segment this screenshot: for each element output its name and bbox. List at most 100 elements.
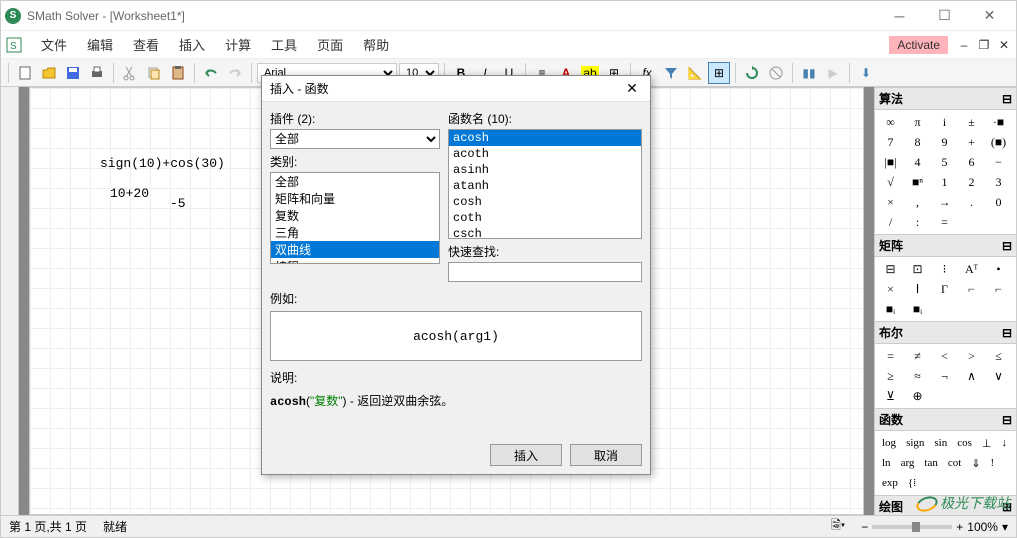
palette-button[interactable]: {⁞ xyxy=(903,473,921,493)
palette-button[interactable]: 6 xyxy=(958,152,985,172)
palette-button[interactable]: cos xyxy=(952,433,977,453)
palette-button[interactable]: ∨ xyxy=(985,366,1012,386)
palette-button[interactable]: 3 xyxy=(985,172,1012,192)
category-item[interactable]: 矩阵和向量 xyxy=(271,190,439,207)
formula-1[interactable]: sign(10)+cos(30) xyxy=(100,156,225,171)
quickfind-input[interactable] xyxy=(448,262,642,282)
dialog-close-icon[interactable]: ✕ xyxy=(622,80,642,97)
print-icon[interactable] xyxy=(86,62,108,84)
palette-button[interactable]: ⊡ xyxy=(904,259,931,279)
panel-collapse-icon[interactable]: ⊟ xyxy=(1002,92,1012,106)
doc-minimize-button[interactable]: – xyxy=(956,38,972,52)
function-item[interactable]: acoth xyxy=(449,146,641,162)
filter-icon[interactable] xyxy=(660,62,682,84)
palette-button[interactable]: . xyxy=(958,192,985,212)
palette-button[interactable]: ± xyxy=(958,112,985,132)
menu-insert[interactable]: 插入 xyxy=(169,31,215,58)
new-icon[interactable] xyxy=(14,62,36,84)
palette-button[interactable]: ·■ xyxy=(985,112,1012,132)
doc-restore-button[interactable]: ❐ xyxy=(976,38,992,52)
zoom-in-icon[interactable]: + xyxy=(956,520,963,534)
palette-button[interactable]: 5 xyxy=(931,152,958,172)
menu-calc[interactable]: 计算 xyxy=(215,31,261,58)
palette-button[interactable]: ≤ xyxy=(985,346,1012,366)
palette-button[interactable]: : xyxy=(904,212,931,232)
palette-button[interactable]: tan xyxy=(919,453,942,473)
close-button[interactable]: ✕ xyxy=(967,2,1012,30)
palette-button[interactable]: arg xyxy=(896,453,920,473)
grid-icon[interactable]: ⊞ xyxy=(708,62,730,84)
menu-view[interactable]: 查看 xyxy=(123,31,169,58)
menu-help[interactable]: 帮助 xyxy=(353,31,399,58)
formula-2a[interactable]: 10+20 xyxy=(110,186,149,201)
plugins-select[interactable]: 全部 xyxy=(270,129,440,149)
palette-button[interactable]: Aᵀ xyxy=(958,259,985,279)
menu-tools[interactable]: 工具 xyxy=(261,31,307,58)
formula-2b[interactable]: -5 xyxy=(170,196,186,211)
doc-close-button[interactable]: ✕ xyxy=(996,38,1012,52)
palette-button[interactable]: exp xyxy=(877,473,903,493)
function-item[interactable]: atanh xyxy=(449,178,641,194)
category-item[interactable]: 编程 xyxy=(271,258,439,264)
palette-button[interactable]: cot xyxy=(943,453,966,473)
palette-button[interactable]: ⌐ xyxy=(958,279,985,299)
palette-button[interactable]: Γ xyxy=(931,279,958,299)
palette-button[interactable]: ! xyxy=(986,453,1000,473)
palette-button[interactable]: ≥ xyxy=(877,366,904,386)
palette-button[interactable]: ⇓ xyxy=(966,453,985,473)
function-item[interactable]: asinh xyxy=(449,162,641,178)
palette-button[interactable]: √ xyxy=(877,172,904,192)
panel-collapse-icon[interactable]: ⊟ xyxy=(1002,239,1012,253)
palette-button[interactable]: → xyxy=(931,192,958,212)
undo-icon[interactable] xyxy=(200,62,222,84)
palette-button[interactable]: + xyxy=(958,132,985,152)
category-item[interactable]: 全部 xyxy=(271,173,439,190)
panel-collapse-icon[interactable]: ⊟ xyxy=(1002,413,1012,427)
palette-button[interactable]: ⊻ xyxy=(877,386,904,406)
palette-button[interactable]: π xyxy=(904,112,931,132)
category-item[interactable]: 双曲线 xyxy=(271,241,439,258)
maximize-button[interactable]: ☐ xyxy=(922,2,967,30)
palette-button[interactable]: × xyxy=(877,192,904,212)
activate-button[interactable]: Activate xyxy=(889,36,948,54)
insert-button[interactable]: 插入 xyxy=(490,444,562,466)
cancel-button[interactable]: 取消 xyxy=(570,444,642,466)
marker-icon[interactable]: ⬇ xyxy=(855,62,877,84)
stop-icon[interactable] xyxy=(765,62,787,84)
palette-button[interactable]: (■) xyxy=(985,132,1012,152)
palette-button[interactable]: sign xyxy=(901,433,929,453)
palette-button[interactable]: sin xyxy=(929,433,952,453)
palette-button[interactable]: < xyxy=(931,346,958,366)
pause-icon[interactable]: ▮▮ xyxy=(798,62,820,84)
play-icon[interactable]: ▶ xyxy=(822,62,844,84)
zoom-slider[interactable] xyxy=(872,525,952,529)
function-item[interactable]: coth xyxy=(449,210,641,226)
palette-button[interactable]: ■ᵢ xyxy=(904,299,931,319)
save-icon[interactable] xyxy=(62,62,84,84)
palette-button[interactable]: ¬ xyxy=(931,366,958,386)
palette-button[interactable]: log xyxy=(877,433,901,453)
palette-button[interactable]: 0 xyxy=(985,192,1012,212)
palette-button[interactable]: ≠ xyxy=(904,346,931,366)
palette-button[interactable]: 1 xyxy=(931,172,958,192)
menu-page[interactable]: 页面 xyxy=(307,31,353,58)
palette-button[interactable]: ■ⁿ xyxy=(904,172,931,192)
menu-edit[interactable]: 编辑 xyxy=(77,31,123,58)
category-item[interactable]: 复数 xyxy=(271,207,439,224)
zoom-out-icon[interactable]: − xyxy=(861,520,868,534)
function-item[interactable]: cosh xyxy=(449,194,641,210)
palette-button[interactable]: • xyxy=(985,259,1012,279)
palette-button[interactable]: ⌐ xyxy=(985,279,1012,299)
palette-button[interactable]: 4 xyxy=(904,152,931,172)
palette-button[interactable]: ■ᵢ xyxy=(877,299,904,319)
palette-button[interactable]: = xyxy=(877,346,904,366)
palette-button[interactable] xyxy=(958,212,985,232)
unit-icon[interactable]: 📐 xyxy=(684,62,706,84)
palette-button[interactable]: ≈ xyxy=(904,366,931,386)
redo-icon[interactable] xyxy=(224,62,246,84)
palette-button[interactable]: 8 xyxy=(904,132,931,152)
open-icon[interactable] xyxy=(38,62,60,84)
palette-button[interactable]: Ⅰ xyxy=(904,279,931,299)
palette-button[interactable]: ⊥ xyxy=(977,433,997,453)
zoom-dropdown-icon[interactable]: ▾ xyxy=(1002,520,1008,534)
